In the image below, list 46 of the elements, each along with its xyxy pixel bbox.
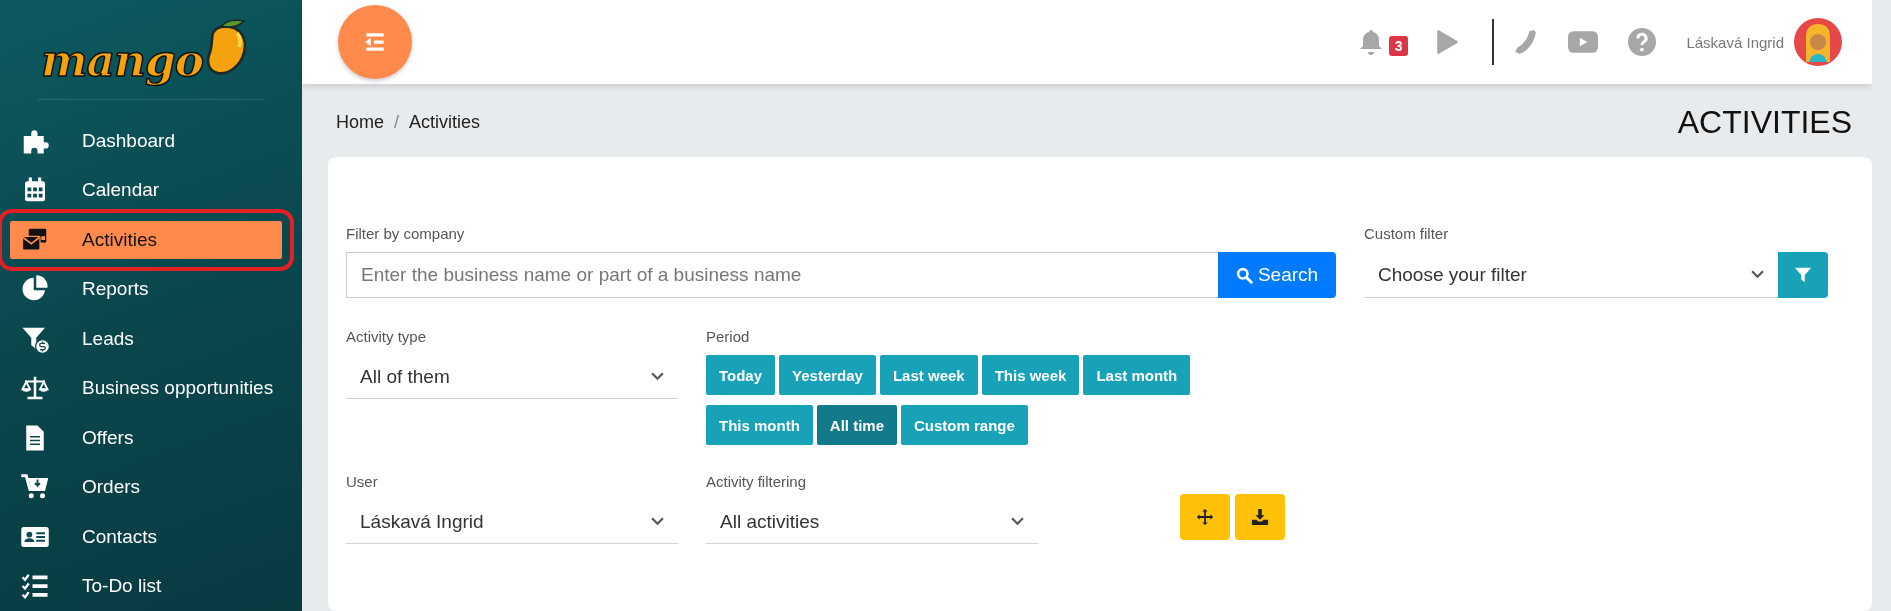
- field-label: Activity type: [346, 328, 428, 345]
- dropdown[interactable]: All of them: [346, 355, 678, 399]
- field-label: Custom filter: [1364, 225, 1450, 242]
- field-label: Activity filtering: [706, 473, 808, 490]
- breadcrumb-separator: /: [394, 112, 400, 133]
- search-icon: [1235, 266, 1253, 284]
- download-button[interactable]: [1235, 494, 1285, 540]
- chevron-down-icon: [1011, 517, 1024, 526]
- user-name[interactable]: Láskavá Ingrid: [1686, 33, 1784, 51]
- avatar-icon[interactable]: [1794, 18, 1842, 66]
- sidebar-toggle-button[interactable]: [338, 5, 412, 79]
- filter-button[interactable]: [1778, 252, 1828, 298]
- sidebar-item[interactable]: Dashboard: [0, 116, 302, 166]
- field-label: User: [346, 473, 379, 490]
- page-title: ACTIVITIES: [1677, 104, 1852, 141]
- sidebar-item[interactable]: Calendar: [0, 165, 302, 215]
- field-label: Period: [706, 328, 751, 345]
- move-button[interactable]: [1180, 494, 1230, 540]
- chevron-down-icon: [1751, 270, 1764, 279]
- play-icon[interactable]: [1436, 29, 1459, 55]
- sidebar-item[interactable]: Activities: [10, 221, 282, 259]
- notification-badge: 3: [1388, 36, 1409, 56]
- chevron-down-icon: [651, 372, 664, 381]
- video-play-icon[interactable]: [1568, 31, 1599, 53]
- field-label: Filter by company: [346, 225, 466, 242]
- sidebar-item[interactable]: Orders: [0, 462, 302, 512]
- download-icon: [1251, 508, 1269, 526]
- dropdown[interactable]: All activities: [706, 500, 1038, 544]
- sidebar-item[interactable]: Contacts: [0, 512, 302, 562]
- bell-icon[interactable]: [1358, 28, 1383, 56]
- sidebar-item[interactable]: Reports: [0, 264, 302, 314]
- search-button[interactable]: Search: [1218, 252, 1336, 298]
- chevron-down-icon: [651, 517, 664, 526]
- dropdown[interactable]: Láskavá Ingrid: [346, 500, 678, 544]
- search-field[interactable]: Enter the business name or part of a business name: [346, 252, 1218, 298]
- breadcrumb-link[interactable]: Home: [336, 112, 384, 133]
- sidebar-item[interactable]: Business opportunities: [0, 363, 302, 413]
- help-icon[interactable]: [1628, 28, 1657, 56]
- breadcrumb-link[interactable]: Activities: [409, 112, 481, 133]
- sidebar-item[interactable]: Leads: [0, 314, 302, 364]
- period-button[interactable]: All time: [816, 405, 897, 445]
- funnel-icon: [1794, 266, 1812, 284]
- sidebar-item[interactable]: Offers: [0, 413, 302, 463]
- move-arrows-icon: [1196, 508, 1214, 526]
- sidebar-item[interactable]: To-Do list: [0, 561, 302, 611]
- dropdown[interactable]: Choose your filter: [1364, 252, 1778, 298]
